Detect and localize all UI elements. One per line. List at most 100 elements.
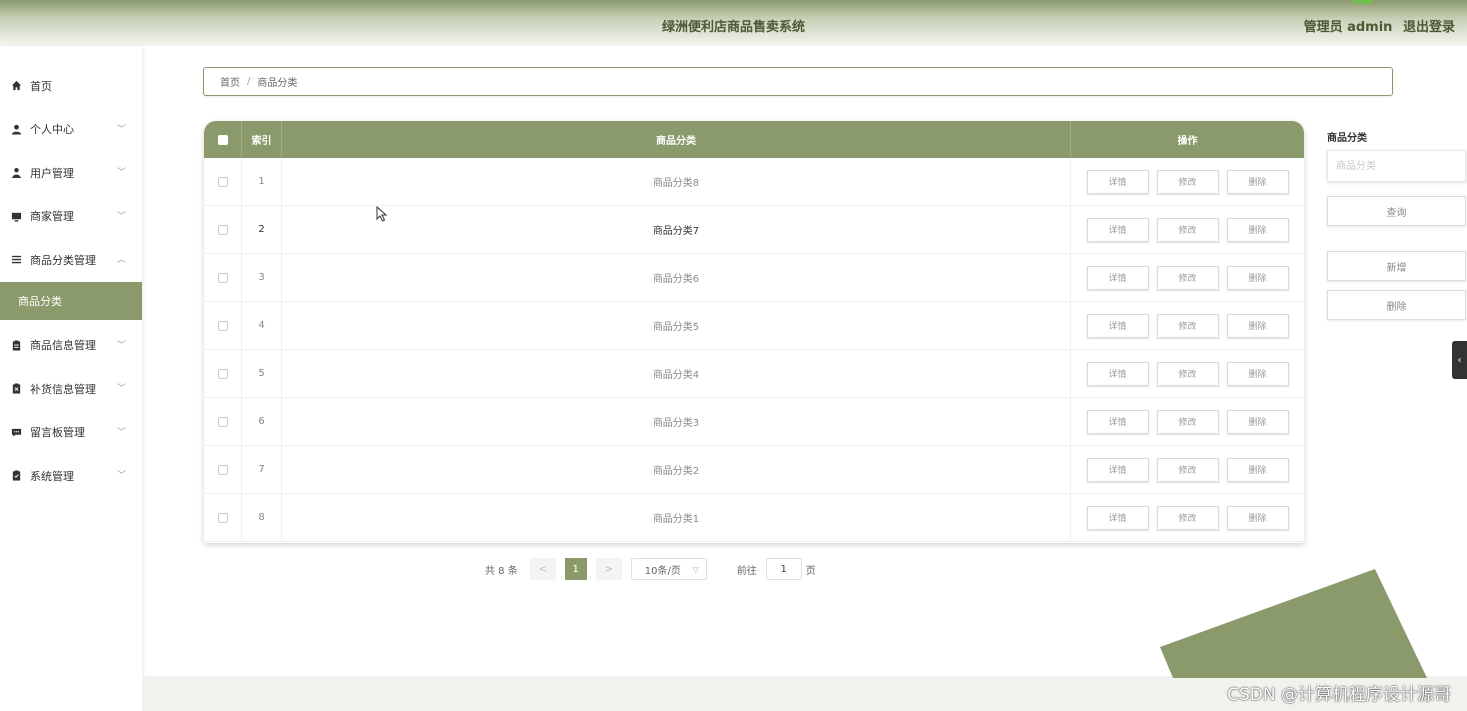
row-checkbox[interactable] bbox=[217, 176, 228, 187]
edit-button[interactable]: 修改 bbox=[1156, 217, 1219, 242]
edit-button[interactable]: 修改 bbox=[1156, 361, 1219, 386]
collapse-panel-button[interactable]: ‹ bbox=[1452, 341, 1467, 379]
sidebar-item-label: 商家管理 bbox=[30, 210, 74, 224]
breadcrumb-separator: / bbox=[247, 76, 251, 87]
sidebar-item-label: 商品分类管理 bbox=[30, 253, 96, 267]
delete-button[interactable]: 删除 bbox=[1226, 361, 1289, 386]
edit-button[interactable]: 修改 bbox=[1156, 409, 1219, 434]
next-page-button[interactable]: > bbox=[595, 558, 622, 580]
row-category-name: 商品分类2 bbox=[282, 446, 1071, 493]
row-checkbox[interactable] bbox=[217, 320, 228, 331]
row-index: 4 bbox=[242, 302, 282, 349]
category-table: 索引 商品分类 操作 1 商品分类8 详情 修改 删除 2 商品分类7 详情 修改 删除 3 商品分类… bbox=[204, 121, 1304, 543]
sidebar-item-messages[interactable]: 留言板管理 ﹀ bbox=[0, 411, 142, 455]
table-row: 4 商品分类5 详情 修改 删除 bbox=[204, 302, 1304, 350]
detail-button[interactable]: 详情 bbox=[1086, 217, 1149, 242]
query-button[interactable]: 查询 bbox=[1327, 196, 1466, 226]
detail-button[interactable]: 详情 bbox=[1086, 457, 1149, 482]
chevron-down-icon: ﹀ bbox=[116, 211, 126, 222]
sidebar-item-product-info[interactable]: 商品信息管理 ﹀ bbox=[0, 324, 142, 368]
table-row: 6 商品分类3 详情 修改 删除 bbox=[204, 398, 1304, 446]
row-checkbox[interactable] bbox=[217, 512, 228, 523]
clipboard-x-icon bbox=[10, 383, 22, 395]
table-row: 2 商品分类7 详情 修改 删除 bbox=[204, 206, 1304, 254]
sidebar: 首页 个人中心 ﹀ 用户管理 ﹀ 商家管理 ﹀ 商品分类管理 ︿ 商品分类 商品… bbox=[0, 46, 142, 711]
table-row: 7 商品分类2 详情 修改 删除 bbox=[204, 446, 1304, 494]
watermark-text: CSDN @计算机程序设计源哥 bbox=[1227, 685, 1451, 705]
sidebar-item-system[interactable]: 系统管理 ﹀ bbox=[0, 454, 142, 498]
sidebar-item-label: 留言板管理 bbox=[30, 426, 85, 440]
row-index: 3 bbox=[242, 254, 282, 301]
row-index: 2 bbox=[242, 206, 282, 253]
delete-button[interactable]: 删除 bbox=[1226, 169, 1289, 194]
sidebar-subitem-category[interactable]: 商品分类 bbox=[0, 281, 142, 320]
logout-link[interactable]: 退出登录 bbox=[1403, 20, 1455, 35]
batch-delete-button[interactable]: 删除 bbox=[1327, 290, 1466, 320]
monitor-icon bbox=[10, 210, 22, 222]
table-row: 8 商品分类1 详情 修改 删除 bbox=[204, 494, 1304, 542]
chevron-down-icon: ﹀ bbox=[116, 384, 126, 394]
edit-button[interactable]: 修改 bbox=[1156, 265, 1219, 290]
goto-prefix: 前往 bbox=[736, 565, 757, 577]
edit-button[interactable]: 修改 bbox=[1156, 457, 1219, 482]
delete-button[interactable]: 删除 bbox=[1226, 457, 1289, 482]
edit-button[interactable]: 修改 bbox=[1156, 313, 1219, 338]
detail-button[interactable]: 详情 bbox=[1086, 409, 1149, 434]
table-row: 1 商品分类8 详情 修改 删除 bbox=[204, 158, 1304, 206]
sidebar-item-label: 补货信息管理 bbox=[30, 382, 96, 396]
table-row: 5 商品分类4 详情 修改 删除 bbox=[204, 350, 1304, 398]
sidebar-item-home[interactable]: 首页 bbox=[0, 64, 142, 108]
detail-button[interactable]: 详情 bbox=[1086, 265, 1149, 290]
sidebar-item-merchants[interactable]: 商家管理 ﹀ bbox=[0, 195, 142, 239]
row-index: 1 bbox=[242, 158, 282, 205]
user-label: 管理员 admin bbox=[1303, 20, 1393, 35]
delete-button[interactable]: 删除 bbox=[1226, 505, 1289, 530]
row-checkbox[interactable] bbox=[217, 224, 228, 235]
user-icon bbox=[10, 167, 22, 179]
edit-button[interactable]: 修改 bbox=[1156, 505, 1219, 530]
delete-button[interactable]: 删除 bbox=[1226, 265, 1289, 290]
category-search-input[interactable] bbox=[1327, 150, 1466, 182]
page-size-select[interactable]: 10条/页 ▽ bbox=[630, 558, 707, 580]
delete-button[interactable]: 删除 bbox=[1226, 409, 1289, 434]
person-icon bbox=[10, 123, 22, 135]
sidebar-item-restock[interactable]: 补货信息管理 ﹀ bbox=[0, 367, 142, 411]
detail-button[interactable]: 详情 bbox=[1086, 169, 1149, 194]
row-category-name: 商品分类4 bbox=[282, 350, 1071, 397]
row-actions: 详情 修改 删除 bbox=[1071, 158, 1304, 205]
sidebar-item-label: 商品信息管理 bbox=[30, 339, 96, 353]
header-index: 索引 bbox=[242, 121, 282, 158]
row-checkbox[interactable] bbox=[217, 272, 228, 283]
select-all-checkbox[interactable] bbox=[217, 134, 228, 145]
detail-button[interactable]: 详情 bbox=[1086, 505, 1149, 530]
pagination: 共 8 条 < 1 > 10条/页 ▽ 前往 页 bbox=[485, 558, 816, 580]
row-actions: 详情 修改 删除 bbox=[1071, 254, 1304, 301]
row-category-name: 商品分类7 bbox=[282, 206, 1071, 253]
row-index: 8 bbox=[242, 494, 282, 541]
sidebar-item-profile[interactable]: 个人中心 ﹀ bbox=[0, 108, 142, 152]
delete-button[interactable]: 删除 bbox=[1226, 313, 1289, 338]
goto-page-input[interactable] bbox=[765, 558, 802, 580]
detail-button[interactable]: 详情 bbox=[1086, 313, 1149, 338]
clipboard-icon bbox=[10, 339, 22, 351]
page-number-button[interactable]: 1 bbox=[564, 558, 587, 580]
chevron-left-icon: ‹ bbox=[1457, 354, 1462, 366]
row-checkbox[interactable] bbox=[217, 368, 228, 379]
breadcrumb: 首页 / 商品分类 bbox=[203, 67, 1393, 96]
home-icon bbox=[10, 80, 22, 92]
header-actions: 操作 bbox=[1177, 136, 1198, 147]
detail-button[interactable]: 详情 bbox=[1086, 361, 1149, 386]
add-button[interactable]: 新增 bbox=[1327, 251, 1466, 281]
sidebar-item-category-mgmt[interactable]: 商品分类管理 ︿ bbox=[0, 238, 142, 282]
prev-page-button[interactable]: < bbox=[529, 558, 556, 580]
row-index: 6 bbox=[242, 398, 282, 445]
row-index: 5 bbox=[242, 350, 282, 397]
breadcrumb-home[interactable]: 首页 bbox=[220, 74, 240, 89]
row-checkbox[interactable] bbox=[217, 464, 228, 475]
row-check-cell bbox=[204, 206, 242, 253]
delete-button[interactable]: 删除 bbox=[1226, 217, 1289, 242]
row-checkbox[interactable] bbox=[217, 416, 228, 427]
row-actions: 详情 修改 删除 bbox=[1071, 302, 1304, 349]
edit-button[interactable]: 修改 bbox=[1156, 169, 1219, 194]
sidebar-item-users[interactable]: 用户管理 ﹀ bbox=[0, 151, 142, 195]
